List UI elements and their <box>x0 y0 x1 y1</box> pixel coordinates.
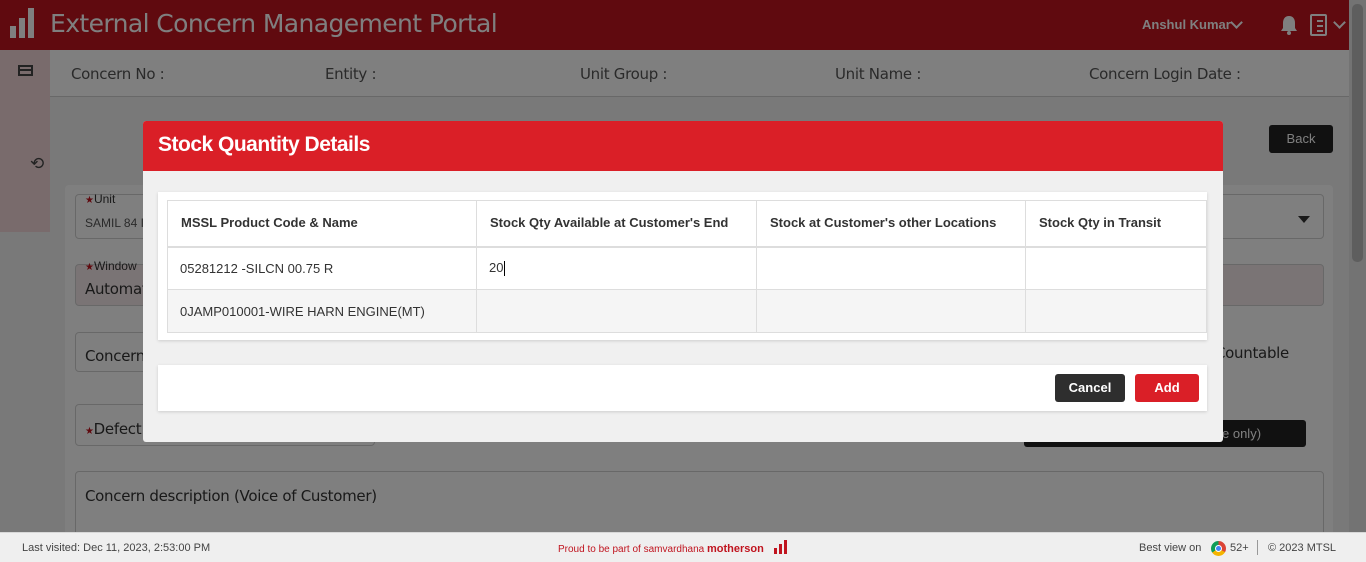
footer: Last visited: Dec 11, 2023, 2:53:00 PM P… <box>0 532 1366 562</box>
column-header: Stock at Customer's other Locations <box>756 200 1026 248</box>
stock-in-transit-input[interactable] <box>1025 246 1207 290</box>
table-row: 05281212 -SILCN 00.75 R 20 <box>167 246 1207 290</box>
best-view-text: Best view on <box>1139 542 1202 554</box>
stock-table-card: MSSL Product Code & Name Stock Qty Avail… <box>158 192 1207 340</box>
stock-in-transit-input[interactable] <box>1025 289 1207 333</box>
stock-available-input[interactable]: 20 <box>476 246 757 290</box>
modal-header: Stock Quantity Details <box>143 121 1223 171</box>
column-header: Stock Qty Available at Customer's End <box>476 200 757 248</box>
column-header: Stock Qty in Transit <box>1025 200 1207 248</box>
table-header-row: MSSL Product Code & Name Stock Qty Avail… <box>167 200 1207 248</box>
last-visited: Last visited: Dec 11, 2023, 2:53:00 PM <box>22 542 211 554</box>
column-header: MSSL Product Code & Name <box>167 200 477 248</box>
chrome-icon <box>1211 541 1226 556</box>
product-cell: 0JAMP010001-WIRE HARN ENGINE(MT) <box>167 289 477 333</box>
brand-name: motherson <box>706 543 764 555</box>
modal-title: Stock Quantity Details <box>158 133 370 156</box>
browser-version: 52+ <box>1230 542 1249 554</box>
stock-other-locations-input[interactable] <box>756 289 1026 333</box>
copyright: © 2023 MTSL <box>1268 542 1337 554</box>
stock-other-locations-input[interactable] <box>756 246 1026 290</box>
stock-available-input[interactable] <box>476 289 757 333</box>
motherson-logo-icon <box>774 540 788 554</box>
table-row: 0JAMP010001-WIRE HARN ENGINE(MT) <box>167 289 1207 333</box>
proud-text: Proud to be part of samvardhana motherso… <box>558 543 764 555</box>
divider <box>1257 540 1258 555</box>
stock-table: MSSL Product Code & Name Stock Qty Avail… <box>167 200 1207 333</box>
modal-actions: Cancel Add <box>158 365 1207 411</box>
stock-quantity-modal: Stock Quantity Details MSSL Product Code… <box>143 121 1223 442</box>
add-button[interactable]: Add <box>1135 374 1199 402</box>
product-cell: 05281212 -SILCN 00.75 R <box>167 246 477 290</box>
cancel-button[interactable]: Cancel <box>1055 374 1125 402</box>
